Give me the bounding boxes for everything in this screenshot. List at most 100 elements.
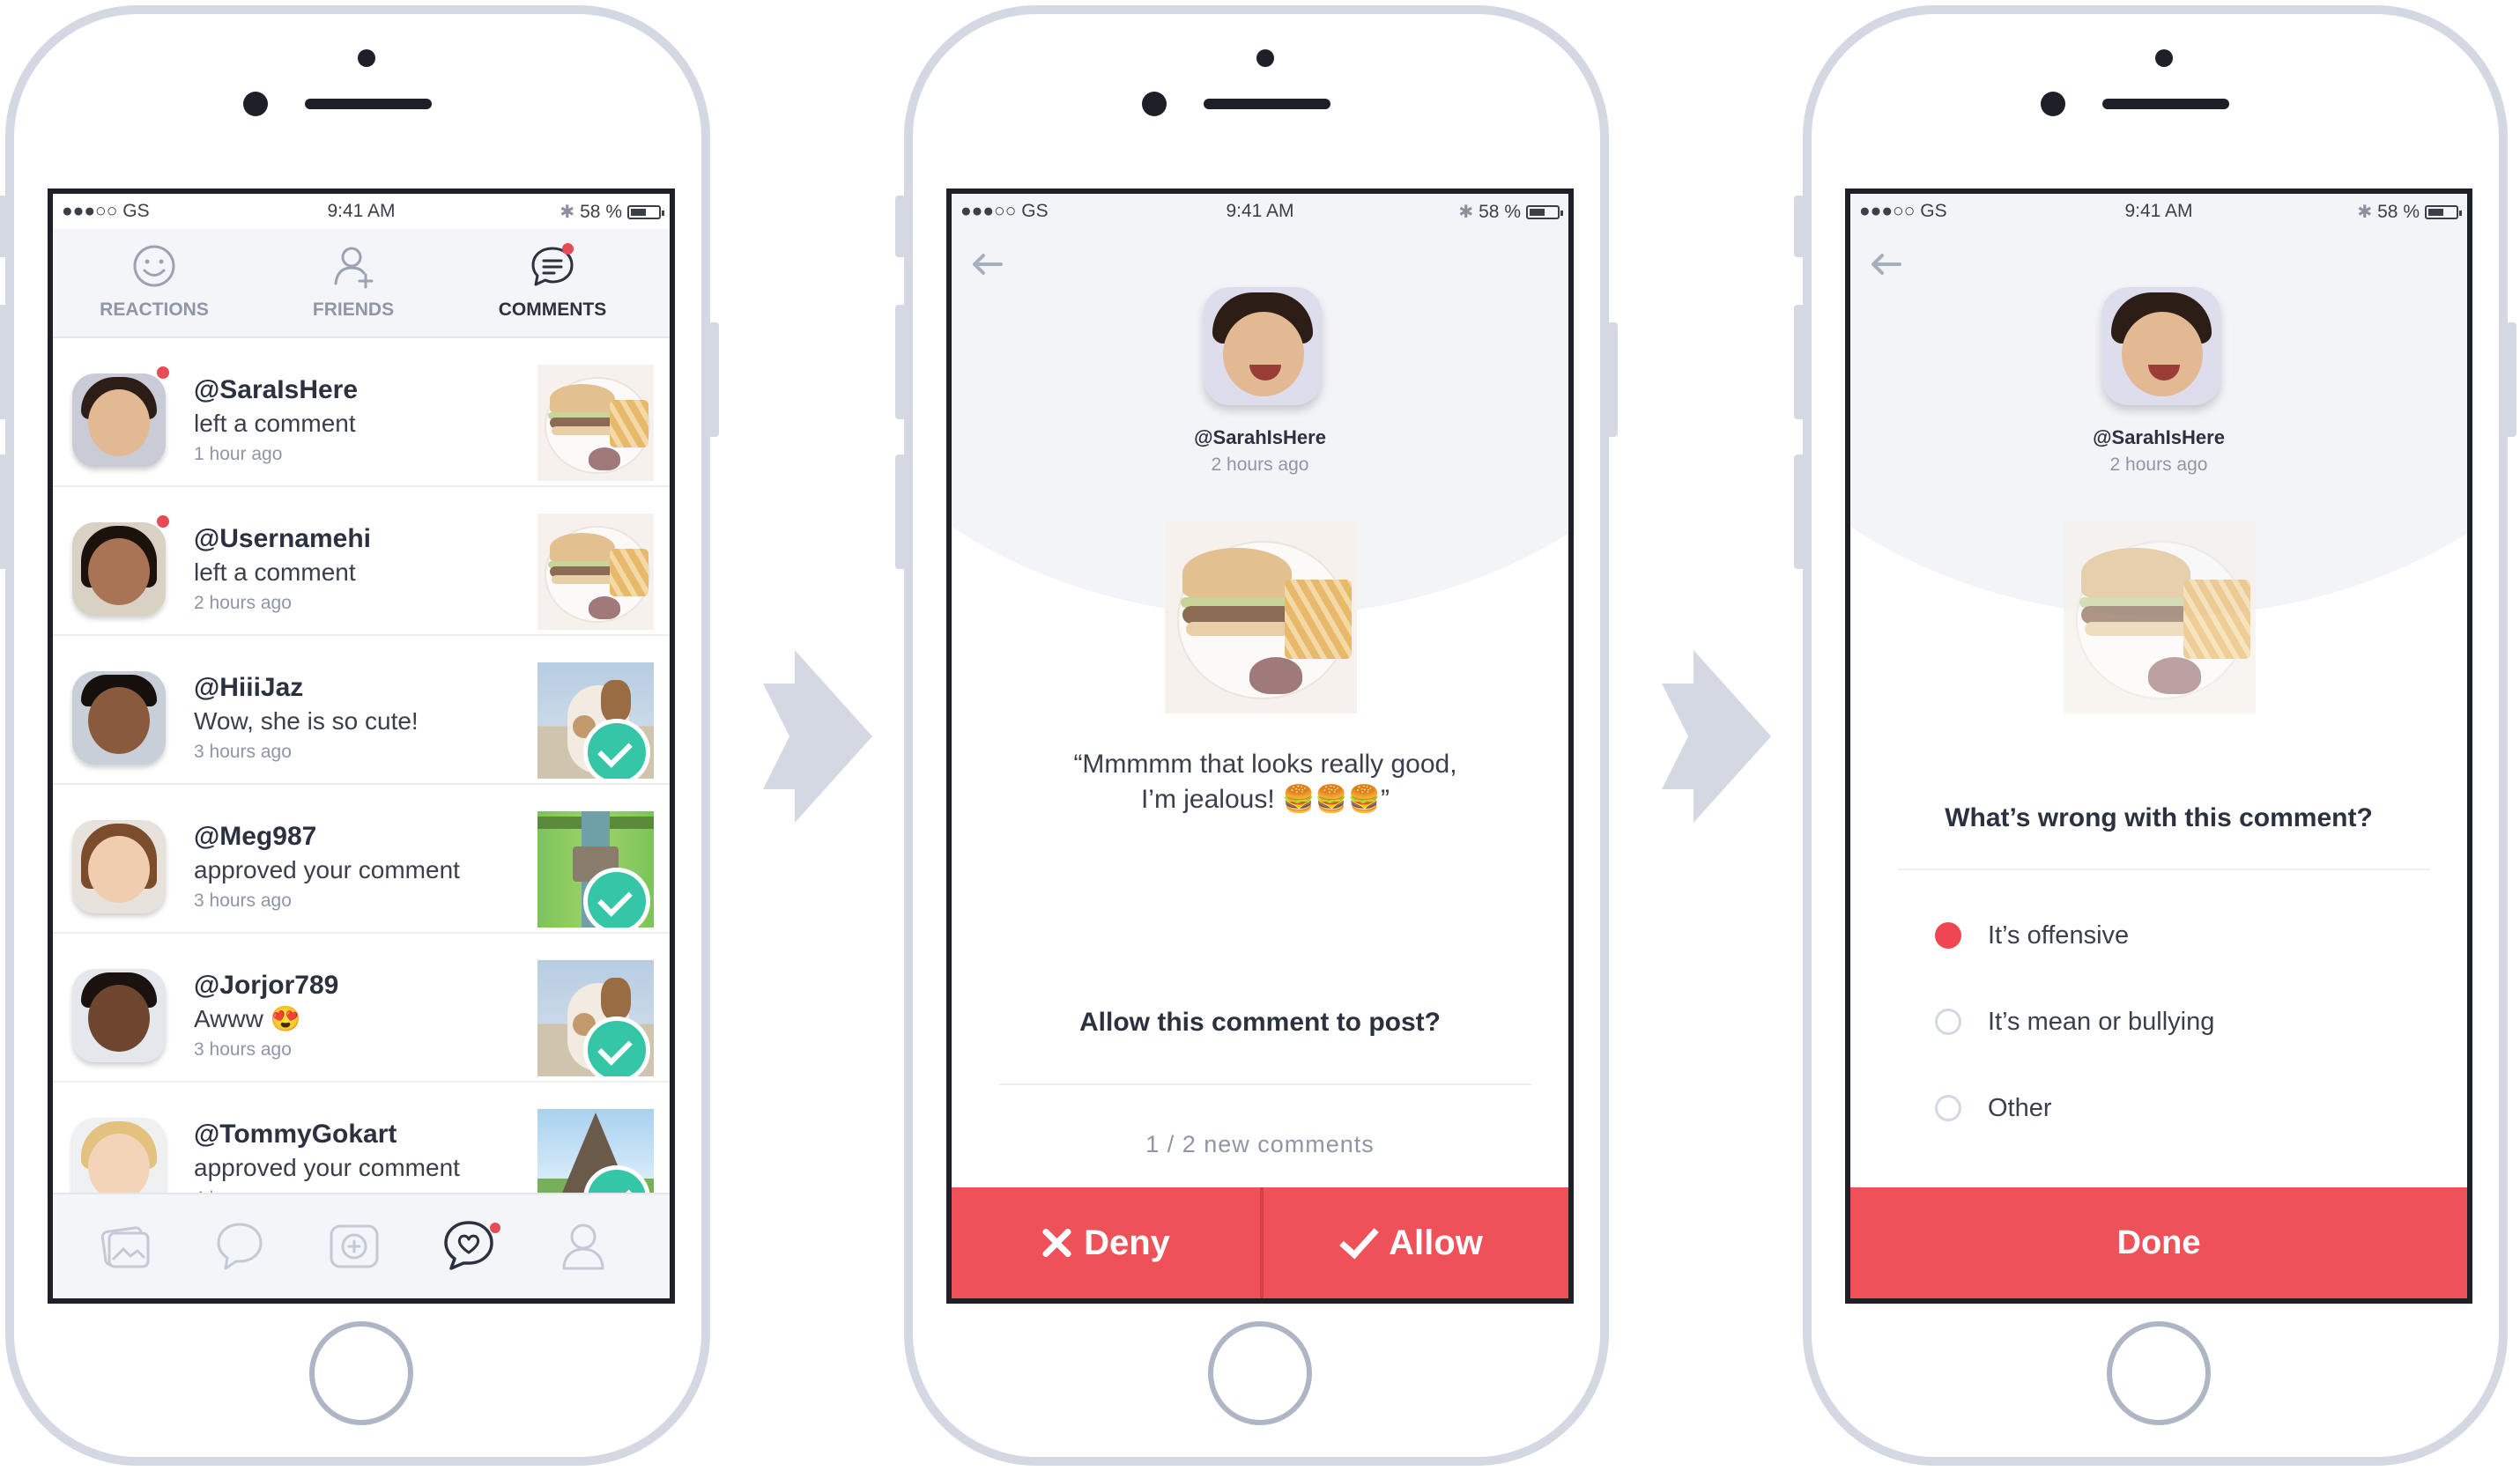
back-arrow-icon[interactable] <box>969 250 1004 278</box>
power-button <box>708 322 719 437</box>
radio-unselected-icon[interactable] <box>1935 1095 1961 1121</box>
flow-arrow-right-icon <box>1662 650 1771 823</box>
screen-review-comment: ●●●○○ GS 9:41 AM ✱ 58 % @SarahIsHere 2 h… <box>946 188 1574 1304</box>
battery-indicator: ✱ 58 % <box>1458 201 1563 223</box>
proximity-sensor <box>2155 49 2173 67</box>
unread-dot <box>155 514 171 529</box>
row-time: 3 hours ago <box>194 891 292 911</box>
option-offensive[interactable]: It’s offensive <box>1935 916 2129 955</box>
front-camera <box>2041 92 2065 116</box>
comment-time: 2 hours ago <box>1211 455 1309 475</box>
list-item[interactable]: @Meg987 approved your comment 3 hours ag… <box>53 785 670 934</box>
deny-label: Deny <box>1084 1223 1170 1262</box>
list-item[interactable]: @Jorjor789 Awww 😍 3 hours ago <box>53 934 670 1083</box>
status-bar: ●●●○○ GS 9:41 AM ✱ 58 % <box>1850 194 2467 229</box>
approved-check-icon <box>583 1016 650 1076</box>
home-button[interactable] <box>2107 1321 2211 1425</box>
post-image <box>1165 521 1357 713</box>
row-username: @Meg987 <box>194 822 317 851</box>
option-mean-or-bullying[interactable]: It’s mean or bullying <box>1935 1002 2214 1041</box>
option-label: It’s offensive <box>1988 920 2130 950</box>
divider <box>999 1083 1531 1085</box>
profile-icon[interactable] <box>555 1217 611 1274</box>
phone-frame-2: ●●●○○ GS 9:41 AM ✱ 58 % @SarahIsHere 2 h… <box>895 5 1618 1466</box>
commenter-username: @SarahIsHere <box>1194 426 1326 448</box>
burger-thumbnail[interactable] <box>537 365 654 481</box>
comment-text: “Mmmmm that looks really good, I’m jealo… <box>1073 750 1457 814</box>
volume-down-button <box>895 455 906 569</box>
activity-heart-icon[interactable] <box>441 1217 500 1274</box>
option-label: It’s mean or bullying <box>1988 1007 2215 1036</box>
storyboard: ●●●○○ GS 9:41 AM ✱ 58 % REACTIONS FRIEND… <box>0 0 2520 1471</box>
earpiece-speaker <box>1204 99 1330 109</box>
status-bar: ●●●○○ GS 9:41 AM ✱ 58 % <box>53 194 670 229</box>
back-arrow-icon[interactable] <box>1868 250 1903 278</box>
row-time: 3 hours ago <box>194 1039 292 1060</box>
proximity-sensor <box>358 49 375 67</box>
row-username: @SaraIsHere <box>194 375 359 404</box>
list-item[interactable]: @HiiiJaz Wow, she is so cute! 3 hours ag… <box>53 636 670 785</box>
volume-down-button <box>0 455 7 569</box>
report-question: What’s wrong with this comment? <box>1945 803 2373 832</box>
row-message: approved your comment <box>194 856 460 883</box>
gallery-icon[interactable] <box>97 1217 153 1274</box>
screen-report-reason: ●●●○○ GS 9:41 AM ✱ 58 % @SarahIsHere 2 h… <box>1845 188 2472 1304</box>
commenter-avatar <box>2102 287 2220 405</box>
screen-notifications: ●●●○○ GS 9:41 AM ✱ 58 % REACTIONS FRIEND… <box>48 188 675 1304</box>
bluetooth-icon: ✱ <box>2357 203 2373 222</box>
deny-button[interactable]: Deny <box>952 1187 1260 1298</box>
earpiece-speaker <box>305 99 432 109</box>
allow-button[interactable]: Allow <box>1264 1187 1568 1298</box>
add-post-icon[interactable] <box>326 1217 382 1274</box>
row-time: 2 hours ago <box>194 593 292 613</box>
tab-reactions[interactable]: REACTIONS <box>53 241 256 321</box>
row-message: Awww 😍 <box>194 1005 301 1032</box>
done-button[interactable]: Done <box>1850 1187 2467 1298</box>
battery-icon <box>1526 204 1563 219</box>
moderation-actions: Deny Allow <box>952 1187 1568 1298</box>
checkmark-icon <box>1339 1218 1379 1259</box>
bluetooth-icon: ✱ <box>560 203 575 222</box>
tab-friends-label: FRIENDS <box>312 299 395 320</box>
approved-check-icon <box>583 719 650 779</box>
tab-friends[interactable]: FRIENDS <box>252 241 455 321</box>
commenter-username: @SarahIsHere <box>2093 426 2225 448</box>
battery-icon <box>627 204 664 219</box>
list-item[interactable]: @SaraIsHere left a comment 1 hour ago <box>53 338 670 487</box>
row-username: @HiiiJaz <box>194 673 304 702</box>
home-button[interactable] <box>1208 1321 1312 1425</box>
unread-dot <box>155 365 171 381</box>
mute-switch <box>1794 196 1805 257</box>
volume-down-button <box>1794 455 1805 569</box>
done-label: Done <box>2116 1223 2201 1261</box>
volume-up-button <box>895 305 906 419</box>
mute-switch <box>0 196 7 257</box>
chat-bubble-icon[interactable] <box>211 1217 268 1274</box>
allow-question: Allow this comment to post? <box>1079 1008 1441 1037</box>
allow-label: Allow <box>1389 1223 1483 1262</box>
dog-thumbnail[interactable] <box>537 960 654 1076</box>
list-item[interactable]: @Usernamehi left a comment 2 hours ago <box>53 487 670 636</box>
home-button[interactable] <box>309 1321 413 1425</box>
radio-unselected-icon[interactable] <box>1935 1009 1961 1035</box>
comment-icon <box>528 241 577 291</box>
game-thumbnail[interactable] <box>537 811 654 928</box>
heart-eyes-emoji: 😍 <box>270 1005 301 1032</box>
avatar <box>72 820 166 913</box>
battery-percent: 58 % <box>2377 201 2420 222</box>
option-other[interactable]: Other <box>1935 1089 2052 1127</box>
avatar <box>72 522 166 616</box>
row-message: approved your comment <box>194 1154 460 1181</box>
row-message: Wow, she is so cute! <box>194 707 419 735</box>
volume-up-button <box>0 305 7 419</box>
row-time: 3 hours ago <box>194 742 292 762</box>
row-message: left a comment <box>194 558 356 586</box>
radio-selected-icon[interactable] <box>1935 922 1961 949</box>
tab-reactions-label: REACTIONS <box>100 299 209 320</box>
tab-comments[interactable]: COMMENTS <box>451 241 654 321</box>
row-time: 1 hour ago <box>194 444 283 464</box>
burger-thumbnail[interactable] <box>537 514 654 630</box>
front-camera <box>1142 92 1167 116</box>
phone-frame-1: ●●●○○ GS 9:41 AM ✱ 58 % REACTIONS FRIEND… <box>0 5 719 1466</box>
dog-thumbnail[interactable] <box>537 662 654 779</box>
